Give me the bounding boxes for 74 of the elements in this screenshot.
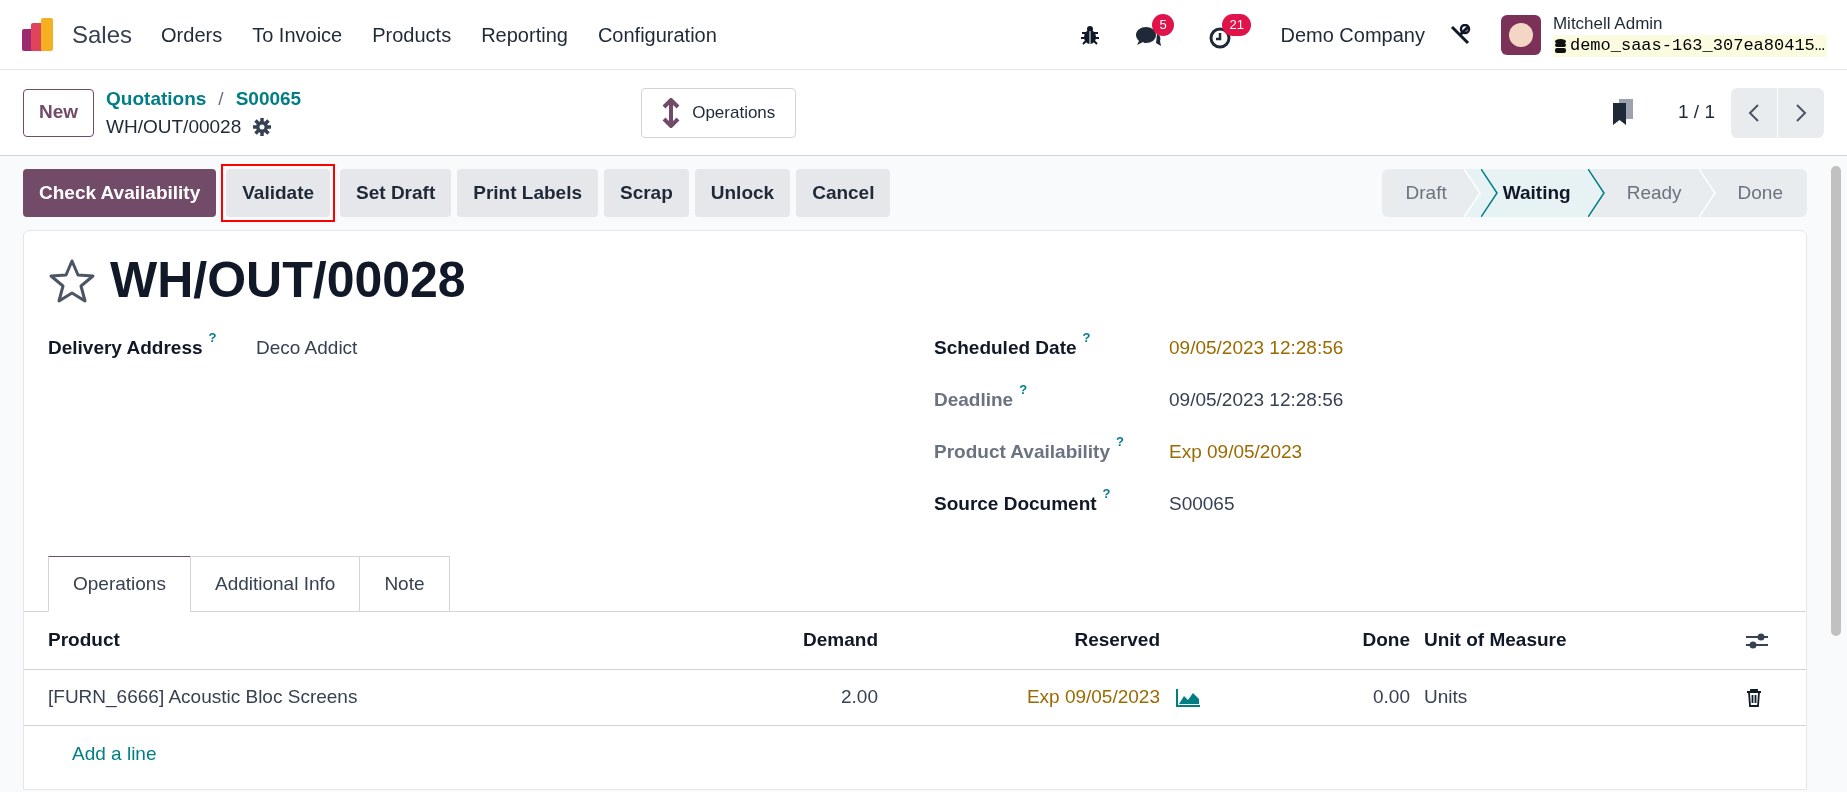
- breadcrumb-separator: /: [218, 86, 224, 111]
- column-header[interactable]: Done: [1362, 626, 1410, 655]
- forecast-chart-icon[interactable]: [1176, 688, 1200, 707]
- table-cell-text: 0.00: [1373, 685, 1410, 710]
- chevron-left-icon: [1748, 102, 1760, 123]
- pager-value[interactable]: 1 / 1: [1678, 98, 1715, 127]
- add-line-link[interactable]: Add a line: [72, 739, 157, 769]
- field-label: Source Document: [934, 492, 1097, 516]
- record-title: WH/OUT/00028: [110, 251, 466, 310]
- column-header[interactable]: Unit of Measure: [1424, 626, 1567, 655]
- action-button[interactable]: Unlock: [694, 169, 791, 217]
- database-name: demo_saas-163_307ea80415…: [1552, 34, 1827, 57]
- column-settings-icon[interactable]: [1746, 631, 1768, 650]
- action-button[interactable]: Scrap: [604, 169, 689, 217]
- table-cell-text: Exp 09/05/2023: [1026, 685, 1160, 710]
- help-tooltip-icon[interactable]: ?: [208, 330, 217, 346]
- notebook-tab[interactable]: Additional Info: [189, 556, 361, 612]
- notification-badge: 21: [1222, 13, 1251, 36]
- star-icon[interactable]: [48, 257, 96, 304]
- notification-badge: 5: [1152, 13, 1174, 36]
- breadcrumb-link[interactable]: S00065: [235, 84, 302, 113]
- field-value: S00065: [1169, 492, 1235, 516]
- table-cell-text: 2.00: [841, 685, 878, 710]
- operations-smart-button[interactable]: Operations: [641, 87, 797, 138]
- database-icon: [1554, 38, 1566, 53]
- app-name[interactable]: Sales: [72, 16, 133, 53]
- chevron-right-icon: [1795, 102, 1807, 123]
- menu-item[interactable]: To Invoice: [237, 19, 358, 50]
- action-button[interactable]: Check Availability: [23, 169, 217, 217]
- help-tooltip-icon[interactable]: ?: [1102, 486, 1111, 502]
- company-switcher[interactable]: Demo Company: [1280, 19, 1425, 50]
- status-step[interactable]: Draft: [1381, 169, 1481, 217]
- action-button[interactable]: Cancel: [796, 169, 891, 217]
- field-value: Deco Addict: [256, 336, 358, 360]
- menu-item[interactable]: Reporting: [466, 19, 583, 50]
- scrollbar[interactable]: [1831, 166, 1841, 636]
- menu-item[interactable]: Products: [357, 19, 467, 50]
- field-value: Exp 09/05/2023: [1169, 440, 1303, 464]
- bookmark-icon[interactable]: [1612, 98, 1634, 127]
- breadcrumb-link[interactable]: Quotations: [106, 84, 207, 113]
- menu-item[interactable]: Configuration: [582, 19, 732, 50]
- field-label: Product Availability: [934, 440, 1110, 464]
- status-step[interactable]: Done: [1715, 169, 1807, 217]
- app-logo-icon[interactable]: [20, 16, 56, 53]
- action-button[interactable]: Validate: [226, 169, 331, 217]
- transfer-arrows-icon: [662, 97, 681, 128]
- status-step[interactable]: Waiting: [1480, 169, 1605, 217]
- field-label: Scheduled Date: [934, 336, 1077, 360]
- help-tooltip-icon[interactable]: ?: [1082, 330, 1091, 346]
- user-name[interactable]: Mitchell Admin: [1552, 12, 1827, 35]
- field-label: Delivery Address: [48, 336, 203, 360]
- table-cell-text: [FURN_6666] Acoustic Bloc Screens: [48, 685, 358, 710]
- notebook-tab[interactable]: Note: [359, 556, 450, 612]
- record-name: WH/OUT/00028: [106, 114, 242, 139]
- trash-icon[interactable]: [1746, 688, 1762, 707]
- action-button[interactable]: Set Draft: [340, 169, 452, 217]
- table-cell-text: Units: [1424, 685, 1468, 710]
- field-label: Deadline: [934, 388, 1014, 412]
- field-value: 09/05/2023 12:28:56: [1169, 336, 1344, 360]
- action-button[interactable]: Print Labels: [457, 169, 598, 217]
- step-arrow-icon: [1463, 169, 1481, 217]
- status-step[interactable]: Ready: [1604, 169, 1716, 217]
- bug-icon[interactable]: [1080, 24, 1101, 45]
- column-header[interactable]: Demand: [803, 626, 878, 655]
- help-tooltip-icon[interactable]: ?: [1115, 434, 1124, 450]
- field-value: 09/05/2023 12:28:56: [1169, 388, 1344, 412]
- settings-icon[interactable]: [253, 117, 272, 136]
- column-header[interactable]: Product: [48, 626, 120, 655]
- menu-item[interactable]: Orders: [146, 19, 238, 50]
- help-tooltip-icon[interactable]: ?: [1019, 382, 1028, 398]
- new-button[interactable]: New: [23, 88, 95, 137]
- notebook-tab[interactable]: Operations: [48, 556, 191, 612]
- column-header[interactable]: Reserved: [1074, 626, 1160, 655]
- user-avatar[interactable]: [1500, 14, 1541, 55]
